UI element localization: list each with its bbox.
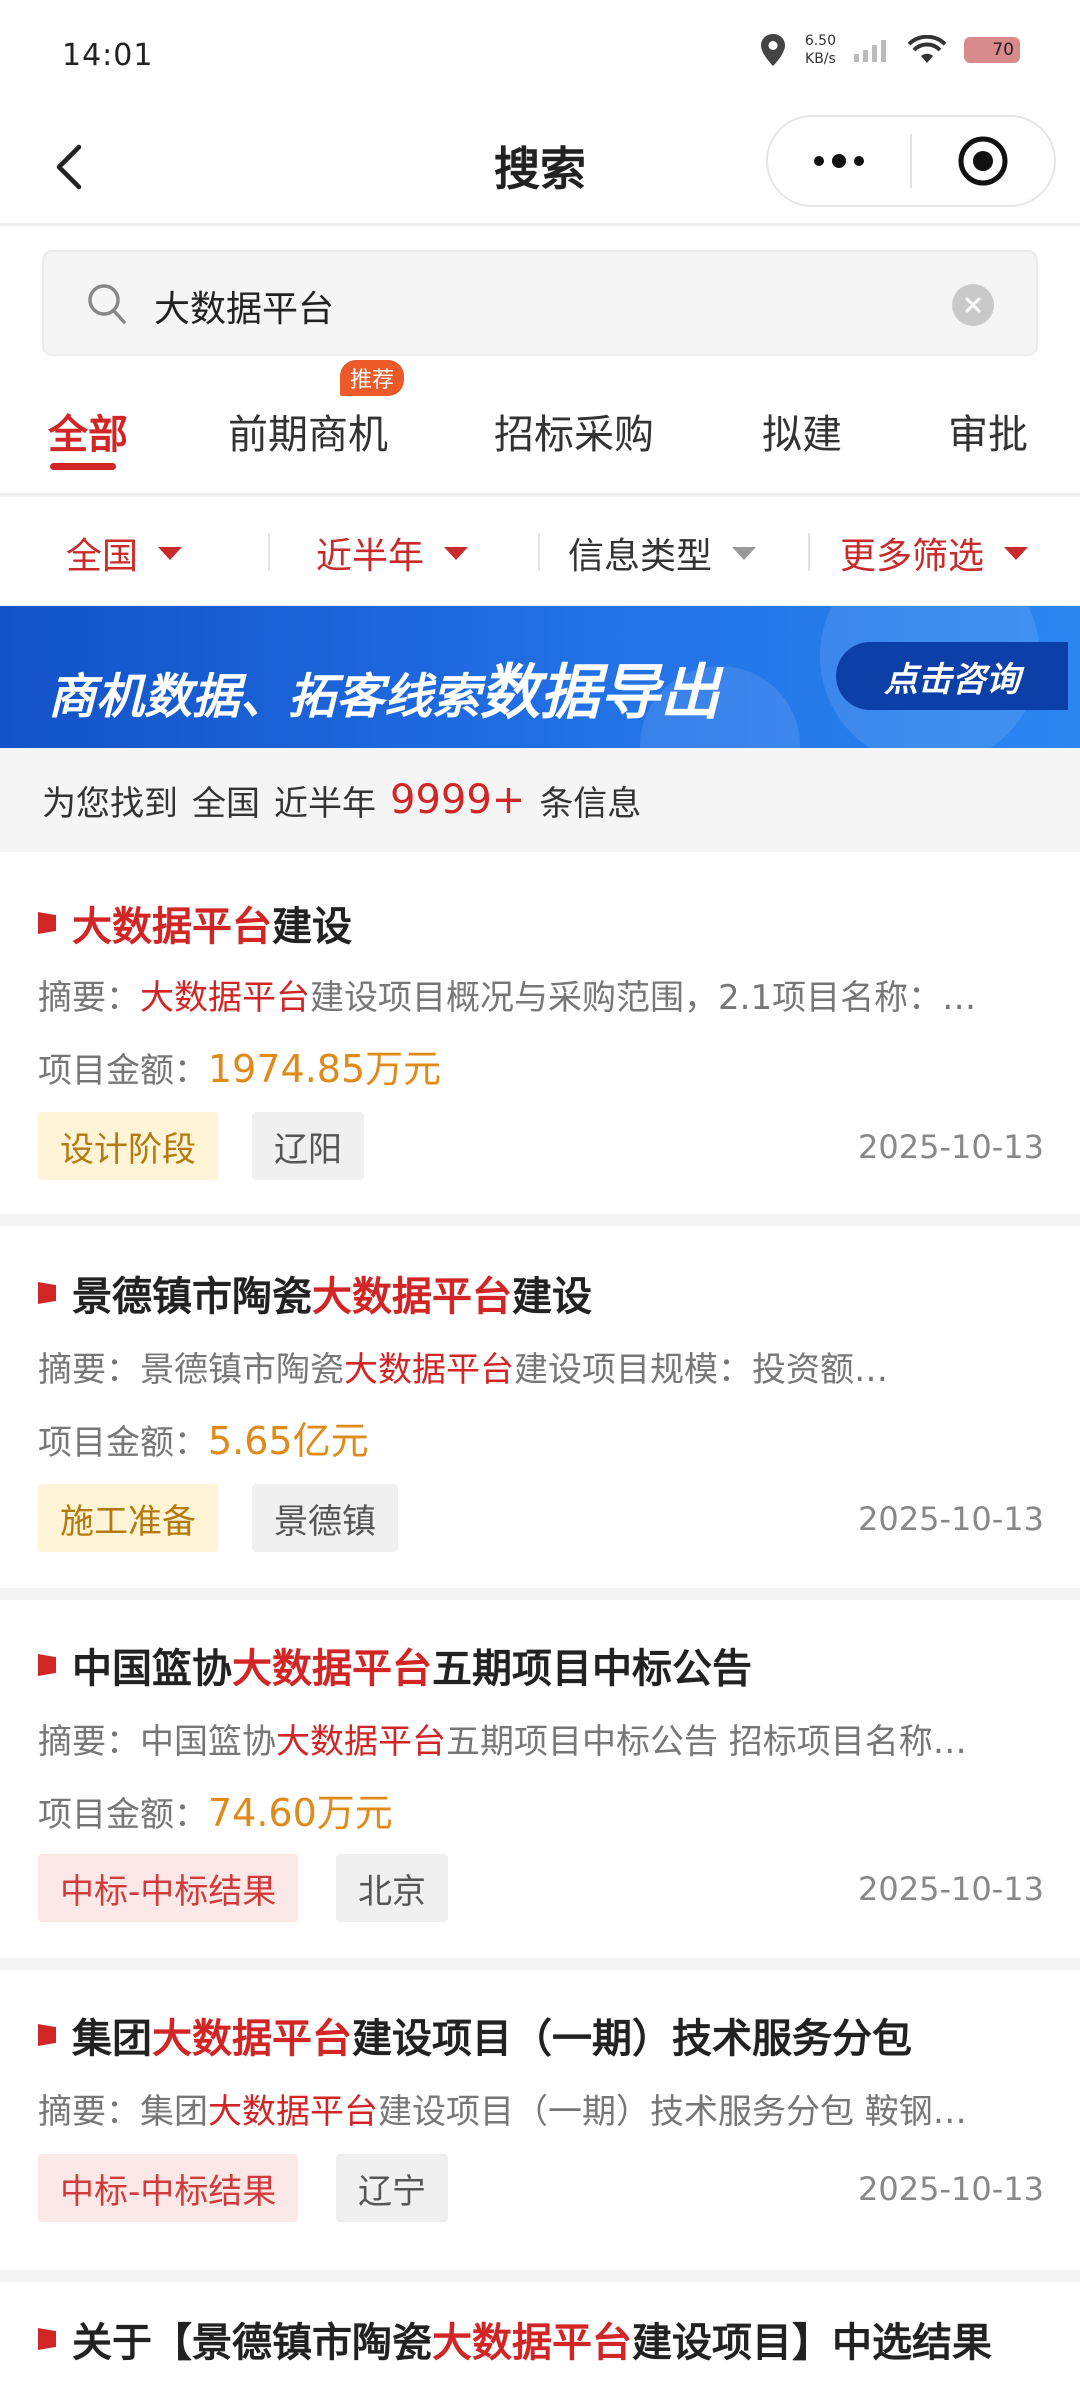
search-icon [88,284,126,324]
card-date: 2025-10-13 [858,1128,1044,1166]
card-title: 中国篮协大数据平台五期项目中标公告 [72,1646,752,1692]
more-dots-icon[interactable] [768,154,910,168]
stage-tag: 中标-中标结果 [38,2154,299,2222]
card-title: 集团大数据平台建设项目（一期）技术服务分包 [72,2016,912,2062]
nav-bar: 搜索 [0,115,1080,225]
summary-region: 全国 [192,783,260,824]
filter-info-type-label: 信息类型 [568,536,713,577]
caret-down-icon [158,546,183,560]
result-card[interactable]: 中国篮协大数据平台五期项目中标公告 摘要：中国篮协大数据平台五期项目中标公告 招… [0,1600,1080,1958]
search-input[interactable]: 大数据平台 [42,250,1038,356]
tab-proposed[interactable]: 拟建 [762,402,842,460]
filter-time[interactable]: 近半年 [316,527,469,579]
card-summary: 摘要：集团大数据平台建设项目（一期）技术服务分包 鞍钢… [38,2092,967,2132]
target-close-icon[interactable] [912,135,1054,187]
wifi-icon [908,35,946,63]
filter-divider [808,533,810,571]
banner-text-part2: 数据导出 [480,658,721,728]
consult-button[interactable]: 点击咨询 [836,642,1068,710]
filter-more-label: 更多筛选 [840,536,985,577]
signal-icon [854,40,886,62]
tab-all[interactable]: 全部 [48,402,128,460]
tab-early-opportunity[interactable]: 前期商机 [228,402,388,460]
battery-icon: 70 [964,37,1020,63]
filter-bar: 全国 近半年 信息类型 更多筛选 [0,497,1080,605]
card-title: 关于【景德镇市陶瓷大数据平台建设项目】中选结果 [72,2320,992,2366]
card-summary: 摘要：大数据平台建设项目概况与采购范围，2.1项目名称：… [38,978,977,1018]
flag-icon [38,2024,56,2046]
tab-active-indicator [50,463,116,470]
filter-divider [268,533,270,571]
flag-icon [38,1654,56,1676]
filter-divider [538,533,540,571]
card-amount: 项目金额：74.60万元 [38,1791,393,1835]
card-amount: 项目金额：1974.85万元 [38,1047,442,1091]
region-tag: 北京 [336,1854,448,1922]
stage-tag: 设计阶段 [38,1112,218,1180]
result-card[interactable]: 集团大数据平台建设项目（一期）技术服务分包 摘要：集团大数据平台建设项目（一期）… [0,1970,1080,2270]
card-date: 2025-10-13 [858,1870,1044,1908]
card-summary: 摘要：景德镇市陶瓷大数据平台建设项目规模：投资额… [38,1350,888,1390]
region-tag: 辽阳 [252,1112,364,1180]
filter-region[interactable]: 全国 [66,527,183,579]
status-icons: 6.50 KB/s 70 [759,32,1020,68]
tab-approval[interactable]: 审批 [948,402,1028,460]
flag-icon [38,2328,56,2350]
caret-down-icon [444,546,469,560]
location-icon [760,34,785,66]
card-amount: 项目金额：5.65亿元 [38,1419,369,1463]
filter-more[interactable]: 更多筛选 [840,527,1029,579]
net-speed-unit: KB/s [805,51,836,67]
filter-time-label: 近半年 [316,536,425,577]
promo-banner[interactable]: 商机数据、拓客线索数据导出 点击咨询 [0,606,1080,748]
stage-tag: 中标-中标结果 [38,1854,299,1922]
stage-tag: 施工准备 [38,1484,218,1552]
card-date: 2025-10-13 [858,1500,1044,1538]
summary-suffix: 条信息 [539,783,642,824]
mini-program-capsule [766,115,1056,207]
filter-region-label: 全国 [66,536,139,577]
category-tabs: 全部 前期商机 推荐 招标采购 拟建 审批 [0,360,1080,495]
region-tag: 景德镇 [252,1484,398,1552]
card-summary: 摘要：中国篮协大数据平台五期项目中标公告 招标项目名称… [38,1722,967,1762]
tab-tender-procurement[interactable]: 招标采购 [494,402,654,460]
net-speed: 6.50 KB/s [805,32,836,68]
result-card[interactable]: 关于【景德镇市陶瓷大数据平台建设项目】中选结果 [0,2282,1080,2388]
banner-text: 商机数据、拓客线索数据导出 [48,644,720,731]
summary-count: 9999+ [390,777,526,823]
recommend-badge: 推荐 [340,360,405,396]
card-date: 2025-10-13 [858,2170,1044,2208]
search-area: 大数据平台 [0,227,1080,360]
summary-time: 近半年 [274,783,376,824]
banner-text-part1: 商机数据、拓客线索 [48,669,481,725]
status-time: 14:01 [62,38,154,73]
card-title: 大数据平台建设 [72,904,352,950]
filter-info-type[interactable]: 信息类型 [568,527,757,579]
card-title: 景德镇市陶瓷大数据平台建设 [72,1274,592,1320]
flag-icon [38,912,56,934]
caret-down-icon [1004,546,1029,560]
result-summary: 为您找到 全国 近半年 9999+ 条信息 [0,748,1080,852]
result-card[interactable]: 景德镇市陶瓷大数据平台建设 摘要：景德镇市陶瓷大数据平台建设项目规模：投资额… … [0,1226,1080,1588]
region-tag: 辽宁 [336,2154,448,2222]
result-card[interactable]: 大数据平台建设 摘要：大数据平台建设项目概况与采购范围，2.1项目名称：… 项目… [0,852,1080,1214]
search-value[interactable]: 大数据平台 [154,280,334,332]
summary-prefix: 为您找到 [42,783,178,824]
clear-icon[interactable] [952,284,994,326]
net-speed-value: 6.50 [804,33,836,49]
status-bar: 14:01 6.50 KB/s 70 [0,0,1080,115]
flag-icon [38,1282,56,1304]
caret-down-icon [732,546,757,560]
